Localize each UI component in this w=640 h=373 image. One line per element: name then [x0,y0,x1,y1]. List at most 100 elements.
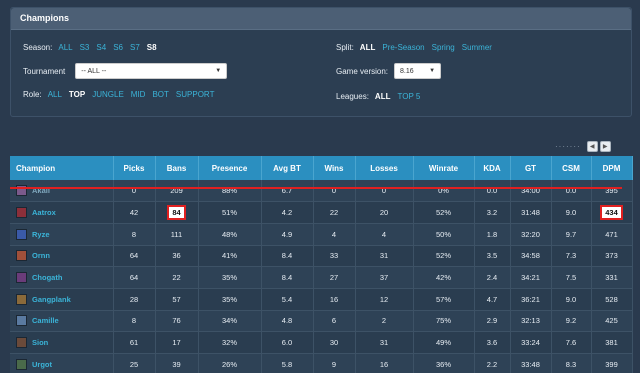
panel-title: Champions [11,8,631,30]
losses-cell: 16 [355,353,414,373]
column-header-gt[interactable]: GT [510,156,552,180]
season-option-s6[interactable]: S6 [113,43,123,52]
presence-cell: 26% [198,353,262,373]
avg-bt-cell: 8.4 [261,266,314,289]
winrate-cell: 36% [413,353,475,373]
tournament-select[interactable]: -- ALL -- ▼ [75,63,228,79]
champion-cell: Gangplank [10,288,114,311]
wins-cell: 16 [313,288,356,311]
wins-cell: 27 [313,266,356,289]
losses-cell: 31 [355,245,414,268]
chevron-right-icon[interactable]: ▶ [599,141,611,152]
champion-link[interactable]: Urgot [32,360,52,369]
column-header-winrate[interactable]: Winrate [413,156,475,180]
picks-cell: 0 [113,180,156,203]
strikethrough-line [10,187,622,189]
season-option-all[interactable]: ALL [58,43,72,52]
losses-cell: 4 [355,223,414,246]
csm-cell: 9.0 [551,201,592,224]
gt-cell: 32:20 [510,223,552,246]
avg-bt-cell: 6.0 [261,331,314,354]
presence-cell: 32% [198,331,262,354]
bans-cell: 57 [155,288,199,311]
split-option-pre-season[interactable]: Pre-Season [382,43,424,52]
table-pager: ······· ◀ ▶ [555,141,611,152]
column-header-picks[interactable]: Picks [113,156,156,180]
table-row: Sion 61 17 32% 6.0 30 31 49% 3.6 33:24 7… [10,331,633,354]
presence-cell: 48% [198,223,262,246]
champion-link[interactable]: Aatrox [32,208,56,217]
losses-cell: 0 [355,180,414,203]
csm-cell: 0.0 [551,180,592,203]
champion-link[interactable]: Ornn [32,251,50,260]
champion-portrait-icon [16,293,27,305]
champion-portrait-icon [16,337,27,349]
season-option-s4[interactable]: S4 [96,43,106,52]
dpm-cell: 399 [591,353,633,373]
column-header-bans[interactable]: Bans [155,156,199,180]
bans-cell: 111 [155,223,199,246]
avg-bt-cell: 8.4 [261,245,314,268]
csm-cell: 9.0 [551,288,592,311]
kda-cell: 3.6 [474,331,511,354]
split-option-all[interactable]: ALL [360,43,376,52]
winrate-cell: 42% [413,266,475,289]
champion-cell: Akali [10,180,114,203]
role-option-support[interactable]: SUPPORT [176,90,215,99]
champion-link[interactable]: Sion [32,338,48,347]
presence-cell: 35% [198,266,262,289]
bans-cell: 209 [155,180,199,203]
column-header-dpm[interactable]: DPM [591,156,633,180]
gt-cell: 31:48 [510,201,552,224]
gt-cell: 34:00 [510,180,552,203]
wins-cell: 33 [313,245,356,268]
role-option-bot[interactable]: BOT [152,90,168,99]
csm-cell: 7.3 [551,245,592,268]
champion-cell: Ryze [10,223,114,246]
table-row: Gangplank 28 57 35% 5.4 16 12 57% 4.7 36… [10,288,633,311]
season-option-s8[interactable]: S8 [147,43,157,52]
column-header-csm[interactable]: CSM [551,156,592,180]
column-header-kda[interactable]: KDA [474,156,511,180]
champion-link[interactable]: Camille [32,316,59,325]
column-header-champion[interactable]: Champion [10,156,114,180]
highlighted-dpm-value: 434 [600,205,623,221]
champion-link[interactable]: Gangplank [32,295,71,304]
kda-cell: 1.8 [474,223,511,246]
game-version-select[interactable]: 8.16 ▼ [394,63,442,79]
split-option-spring[interactable]: Spring [432,43,455,52]
role-option-jungle[interactable]: JUNGLE [92,90,124,99]
picks-cell: 28 [113,288,156,311]
champion-cell: Ornn [10,245,114,268]
kda-cell: 4.7 [474,288,511,311]
role-option-top[interactable]: TOP [69,90,85,99]
column-header-presence[interactable]: Presence [198,156,262,180]
column-header-avg-bt[interactable]: Avg BT [261,156,314,180]
champion-link[interactable]: Ryze [32,230,50,239]
tournament-label: Tournament [23,66,66,76]
chevron-left-icon[interactable]: ◀ [586,141,598,152]
season-option-s3[interactable]: S3 [80,43,90,52]
dpm-cell: 425 [591,310,633,333]
column-header-losses[interactable]: Losses [355,156,414,180]
champions-filter-panel: Champions Season: ALL S3 S4 S6 S7 S8 Spl… [10,7,632,117]
leagues-option-all[interactable]: ALL [375,92,391,101]
winrate-cell: 49% [413,331,475,354]
role-option-mid[interactable]: MID [131,90,146,99]
presence-cell: 35% [198,288,262,311]
champion-link[interactable]: Chogath [32,273,62,282]
picks-cell: 64 [113,245,156,268]
leagues-option-top5[interactable]: TOP 5 [397,92,420,101]
avg-bt-cell: 4.8 [261,310,314,333]
wins-cell: 9 [313,353,356,373]
champion-portrait-icon [16,272,27,284]
table-row: Ornn 64 36 41% 8.4 33 31 52% 3.5 34:58 7… [10,245,633,268]
dpm-cell: 373 [591,245,633,268]
season-option-s7[interactable]: S7 [130,43,140,52]
column-header-wins[interactable]: Wins [313,156,356,180]
role-option-all[interactable]: ALL [48,90,62,99]
champion-cell: Chogath [10,266,114,289]
picks-cell: 25 [113,353,156,373]
split-option-summer[interactable]: Summer [462,43,492,52]
picks-cell: 8 [113,310,156,333]
